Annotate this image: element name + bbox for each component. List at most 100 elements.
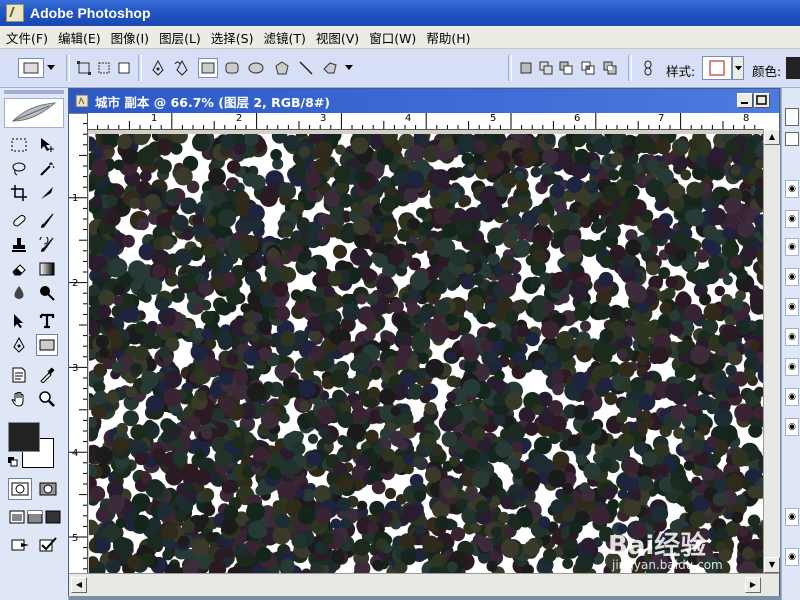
- shape-layers-button[interactable]: [74, 58, 94, 78]
- tool-pen[interactable]: [8, 334, 30, 356]
- layer-visibility-icon[interactable]: ◉: [785, 548, 799, 566]
- layer-visibility-icon[interactable]: ◉: [785, 180, 799, 198]
- layer-visibility-icon[interactable]: ◉: [785, 358, 799, 376]
- tool-healing-brush[interactable]: [8, 210, 30, 232]
- create-new-shape-button[interactable]: [516, 58, 536, 78]
- line-button[interactable]: [296, 58, 316, 78]
- scroll-up-button[interactable]: ▲: [764, 129, 780, 145]
- rectangle-shape-button[interactable]: [198, 58, 218, 78]
- menu-help[interactable]: 帮助(H): [420, 28, 474, 47]
- tool-history-brush[interactable]: [36, 234, 58, 256]
- layer-visibility-icon[interactable]: ◉: [785, 298, 799, 316]
- jump-to-imageready-button[interactable]: [8, 534, 34, 556]
- paths-button[interactable]: [94, 58, 114, 78]
- foreground-color-swatch[interactable]: [8, 422, 40, 452]
- noise-dot: [741, 245, 758, 262]
- tool-path-select[interactable]: [8, 310, 30, 332]
- menu-file[interactable]: 文件(F): [0, 28, 52, 47]
- tool-eraser[interactable]: [8, 258, 30, 280]
- custom-shape-dropdown[interactable]: [342, 58, 356, 78]
- noise-dot: [323, 286, 335, 298]
- noise-dot: [725, 139, 741, 155]
- noise-dot: [450, 527, 466, 542]
- toolbox-grip[interactable]: [4, 90, 64, 94]
- noise-dot: [516, 179, 529, 192]
- quick-mask-button[interactable]: [36, 478, 60, 500]
- layer-visibility-icon[interactable]: ◉: [785, 388, 799, 406]
- fill-pixels-button[interactable]: [114, 58, 134, 78]
- tool-crop[interactable]: [8, 182, 30, 204]
- noise-dot: [712, 374, 730, 392]
- tool-preset-dropdown[interactable]: [44, 58, 58, 78]
- tool-magic-wand[interactable]: [36, 158, 58, 180]
- color-swatch[interactable]: [786, 57, 800, 79]
- layer-visibility-icon[interactable]: ◉: [785, 238, 799, 256]
- menu-bar: 文件(F) 编辑(E) 图像(I) 图层(L) 选择(S) 滤镜(T) 视图(V…: [0, 26, 800, 49]
- noise-dot: [677, 292, 689, 303]
- scroll-down-button[interactable]: ▼: [764, 557, 780, 573]
- scroll-right-button[interactable]: ▶: [745, 577, 761, 593]
- palette-tab[interactable]: [785, 132, 799, 146]
- tool-marquee[interactable]: [8, 134, 30, 156]
- tool-blur[interactable]: [8, 282, 30, 304]
- ellipse-button[interactable]: [246, 58, 266, 78]
- tool-eyedropper[interactable]: [36, 364, 58, 386]
- standard-mode-button[interactable]: [8, 478, 32, 500]
- horizontal-scrollbar[interactable]: ◀ ▶: [69, 573, 779, 596]
- noise-dot: [219, 371, 233, 385]
- menu-layer[interactable]: 图层(L): [153, 28, 205, 47]
- tool-notes[interactable]: [8, 364, 30, 386]
- layer-visibility-icon[interactable]: ◉: [785, 210, 799, 228]
- menu-edit[interactable]: 编辑(E): [52, 28, 105, 47]
- custom-shape-button[interactable]: [320, 58, 340, 78]
- style-picker[interactable]: [702, 56, 732, 80]
- menu-image[interactable]: 图像(I): [105, 28, 153, 47]
- imageready-check-button[interactable]: [36, 534, 62, 556]
- tool-hand[interactable]: [8, 388, 30, 410]
- layer-visibility-icon[interactable]: ◉: [785, 268, 799, 286]
- layer-visibility-icon[interactable]: ◉: [785, 418, 799, 436]
- maximize-button[interactable]: [754, 93, 770, 108]
- menu-window[interactable]: 窗口(W): [363, 28, 420, 47]
- subtract-shape-button[interactable]: [556, 58, 576, 78]
- layer-visibility-icon[interactable]: ◉: [785, 328, 799, 346]
- intersect-shape-button[interactable]: [578, 58, 598, 78]
- tool-preset-button[interactable]: [18, 58, 44, 78]
- link-style-button[interactable]: [638, 58, 658, 78]
- image-canvas[interactable]: [80, 125, 784, 583]
- style-dropdown[interactable]: [732, 56, 744, 80]
- adobe-online-button[interactable]: [4, 98, 64, 128]
- pen-tool-button[interactable]: [148, 58, 168, 78]
- exclude-shape-button[interactable]: [600, 58, 620, 78]
- layer-visibility-icon[interactable]: ◉: [785, 508, 799, 526]
- minimize-button[interactable]: [737, 93, 753, 108]
- palette-tab[interactable]: [785, 108, 799, 126]
- tool-dodge[interactable]: [36, 282, 58, 304]
- menu-filter[interactable]: 滤镜(T): [257, 28, 309, 47]
- tool-clone-stamp[interactable]: [8, 234, 30, 256]
- noise-dot: [275, 513, 291, 529]
- freeform-pen-button[interactable]: [172, 58, 192, 78]
- tool-slice[interactable]: [36, 182, 58, 204]
- rounded-rect-button[interactable]: [222, 58, 242, 78]
- vertical-scrollbar[interactable]: ▲ ▼: [763, 129, 780, 573]
- tool-gradient[interactable]: [36, 258, 58, 280]
- tool-brush[interactable]: [36, 210, 58, 232]
- add-shape-button[interactable]: [536, 58, 556, 78]
- tool-zoom[interactable]: [36, 388, 58, 410]
- screen-mode-full[interactable]: [42, 506, 64, 528]
- noise-dot: [550, 370, 564, 384]
- noise-dot: [280, 225, 293, 238]
- menu-select[interactable]: 选择(S): [205, 28, 258, 47]
- scroll-left-button[interactable]: ◀: [71, 577, 87, 593]
- default-colors-button[interactable]: [8, 456, 18, 470]
- document-titlebar[interactable]: 城市 副本 @ 66.7% (图层 2, RGB/8#): [69, 89, 779, 113]
- noise-dot: [97, 304, 112, 319]
- polygon-button[interactable]: [272, 58, 292, 78]
- tool-lasso[interactable]: [8, 158, 30, 180]
- tool-move[interactable]: [36, 134, 58, 156]
- tool-shape[interactable]: [36, 334, 58, 356]
- tool-type[interactable]: [36, 310, 58, 332]
- menu-view[interactable]: 视图(V): [310, 28, 363, 47]
- noise-dot: [673, 155, 689, 171]
